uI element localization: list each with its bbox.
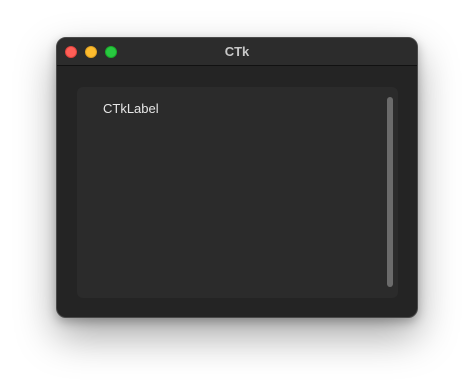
scrollable-frame: CTkLabel	[77, 87, 398, 298]
ctk-label: CTkLabel	[103, 101, 159, 116]
app-window: CTk CTkLabel	[56, 37, 418, 318]
window-title: CTk	[224, 44, 250, 59]
title-bar[interactable]: CTk	[57, 38, 417, 66]
vertical-scrollbar[interactable]	[387, 97, 393, 287]
